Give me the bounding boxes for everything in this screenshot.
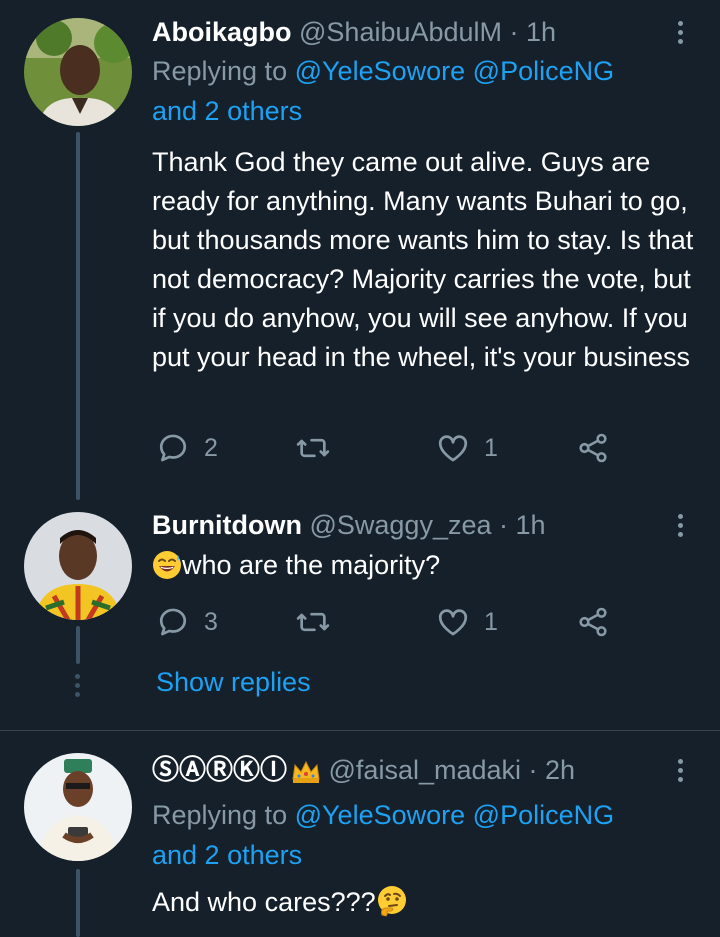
crown-emoji-icon [291,759,321,793]
tweet-header: Aboikagbo @ShaibuAbdulM · 1h [152,15,700,49]
replying-to-label: Replying to [152,56,288,86]
thread-line [76,869,80,937]
more-vertical-icon[interactable] [670,15,690,49]
show-replies-link[interactable]: Show replies [156,667,311,698]
reply-count: 2 [204,433,218,462]
thread-line [76,626,80,664]
more-vertical-icon[interactable] [670,508,690,542]
avatar[interactable] [24,18,132,126]
tweet-text-body: And who cares??? [152,887,376,917]
tweet-actions: 2 1 [152,428,622,468]
heart-icon [438,435,468,462]
share-button[interactable] [576,428,610,468]
tweet-header: Burnitdown @Swaggy_zea · 1h [152,508,700,542]
tweet-2[interactable]: Burnitdown @Swaggy_zea · 1h who are the … [0,500,720,730]
tweet-header: ⓈⒶⓇⓀⒾ @faisal_madaki · 2h [152,753,700,793]
replying-to: Replying to @YeleSowore @PoliceNG and 2 … [152,51,700,131]
reply-count: 3 [204,607,218,636]
retweet-button[interactable] [296,602,330,642]
mention-link[interactable]: @PoliceNG [473,56,614,86]
tweet-text: And who cares??? [152,883,700,928]
reply-button[interactable]: 3 [156,602,218,642]
avatar[interactable] [24,512,132,620]
thinking-face-emoji-icon [376,885,408,928]
retweet-icon [296,438,330,458]
others-link[interactable]: and 2 others [152,840,302,870]
avatar[interactable] [24,753,132,861]
tweet-actions: 3 1 [152,602,622,642]
handle-and-time[interactable]: @Swaggy_zea · 1h [309,510,545,540]
tweet-text: who are the majority? [152,546,700,591]
tweet-1[interactable]: Aboikagbo @ShaibuAbdulM · 1h Replying to… [0,0,720,500]
tweet-text-body: who are the majority? [182,550,441,580]
display-name[interactable]: ⓈⒶⓇⓀⒾ [152,755,287,785]
mention-link[interactable]: @YeleSowore [295,800,466,830]
like-count: 1 [484,607,498,636]
retweet-button[interactable] [296,428,330,468]
others-link[interactable]: and 2 others [152,96,302,126]
tweet-3[interactable]: ⓈⒶⓇⓀⒾ @faisal_madaki · 2h Replying to @Y… [0,731,720,937]
grinning-sweat-emoji-icon [152,550,182,591]
reply-button[interactable]: 2 [156,428,218,468]
reply-icon [159,434,187,462]
display-name[interactable]: Burnitdown [152,510,302,540]
reply-icon [159,608,187,636]
display-name[interactable]: Aboikagbo [152,17,292,47]
thread-continuation-dots [75,674,80,697]
heart-icon [438,609,468,636]
like-count: 1 [484,433,498,462]
like-button[interactable]: 1 [436,428,498,468]
more-vertical-icon[interactable] [670,753,690,787]
replying-to: Replying to @YeleSowore @PoliceNG and 2 … [152,795,700,875]
mention-link[interactable]: @YeleSowore [295,56,466,86]
like-button[interactable]: 1 [436,602,498,642]
share-icon [579,433,607,463]
handle-and-time[interactable]: @faisal_madaki · 2h [329,755,576,785]
handle-and-time[interactable]: @ShaibuAbdulM · 1h [299,17,556,47]
tweet-text: Thank God they came out alive. Guys are … [152,147,694,372]
thread-line [76,132,80,500]
replying-to-label: Replying to [152,800,288,830]
retweet-icon [296,612,330,632]
share-icon [579,607,607,637]
mention-link[interactable]: @PoliceNG [473,800,614,830]
share-button[interactable] [576,602,610,642]
